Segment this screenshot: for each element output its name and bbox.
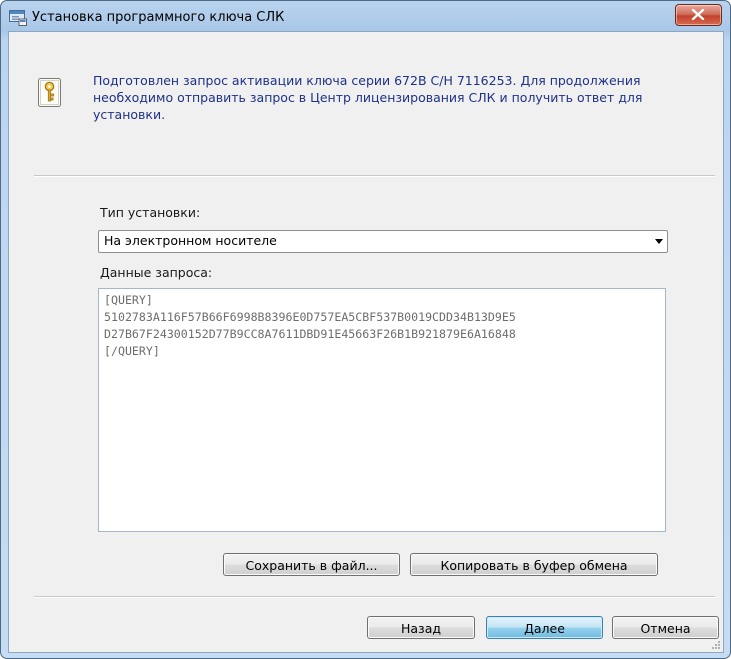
cancel-button[interactable]: Отмена [612, 616, 719, 639]
install-type-label: Тип установки: [100, 205, 201, 220]
copy-to-clipboard-button[interactable]: Копировать в буфер обмена [410, 553, 658, 576]
save-to-file-button[interactable]: Сохранить в файл... [223, 553, 400, 576]
request-data-textarea[interactable]: [QUERY] 5102783A116F57B66F6998B8396E0D75… [98, 288, 666, 532]
divider-top [34, 175, 715, 177]
divider-bottom [34, 596, 715, 598]
chevron-down-icon [655, 239, 663, 244]
install-type-select[interactable]: На электронном носителе [98, 230, 668, 253]
app-window-icon [9, 10, 27, 26]
dialog-body: Подготовлен запрос активации ключа серии… [8, 31, 724, 653]
close-button[interactable] [675, 4, 722, 26]
next-button[interactable]: Далее [486, 616, 603, 639]
close-icon [691, 9, 705, 20]
install-type-value: На электронном носителе [104, 233, 277, 248]
key-info-icon [37, 77, 63, 109]
back-button[interactable]: Назад [367, 616, 475, 639]
dialog-window: Установка программного ключа СЛК Подгото… [0, 0, 731, 659]
resize-grip-icon[interactable] [711, 640, 721, 650]
request-data-label: Данные запроса: [100, 265, 213, 280]
title-bar[interactable]: Установка программного ключа СЛК [1, 1, 730, 35]
window-title: Установка программного ключа СЛК [32, 10, 285, 25]
activation-message: Подготовлен запрос активации ключа серии… [93, 73, 643, 122]
